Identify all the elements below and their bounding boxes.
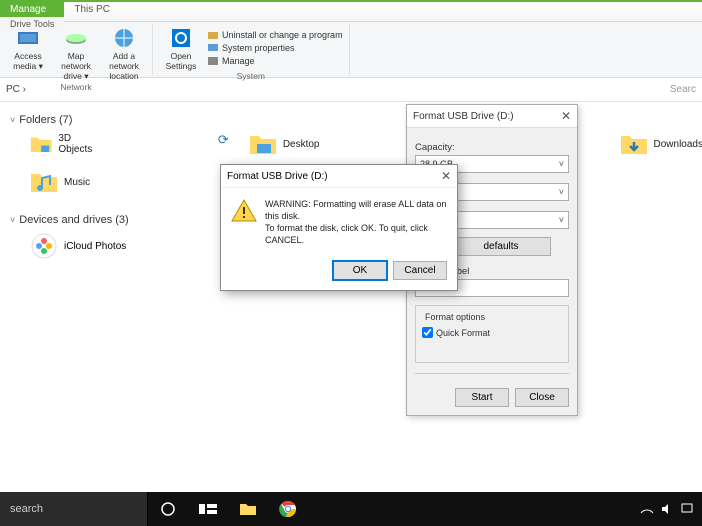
main-content: Folders (7) 3D Objects Music ⟳ bbox=[0, 102, 702, 482]
close-icon[interactable]: ✕ bbox=[441, 169, 451, 183]
folder-music[interactable]: Music bbox=[30, 170, 98, 194]
tray-action-center-icon[interactable] bbox=[680, 502, 694, 516]
button-close[interactable]: Close bbox=[515, 388, 569, 407]
warning-line1: WARNING: Formatting will erase ALL data … bbox=[265, 198, 447, 222]
breadcrumb-path[interactable]: PC › bbox=[6, 84, 26, 95]
button-restore-defaults[interactable]: defaults bbox=[451, 237, 551, 256]
icloud-photos-icon bbox=[30, 232, 58, 260]
tray-network-icon[interactable] bbox=[640, 502, 654, 516]
ribbon-manage[interactable]: Manage bbox=[207, 55, 343, 67]
taskbar-cortana-icon[interactable] bbox=[148, 492, 188, 526]
folder-icon bbox=[620, 132, 648, 156]
system-properties-icon bbox=[207, 42, 219, 54]
checkbox-quick-format[interactable]: Quick Format bbox=[422, 327, 562, 338]
ribbon-access-media[interactable]: Access media ▾ bbox=[6, 24, 50, 82]
button-ok[interactable]: OK bbox=[333, 261, 387, 280]
folder-icon bbox=[30, 170, 58, 194]
folder-downloads[interactable]: Downloads bbox=[620, 132, 702, 156]
tab-this-pc[interactable]: This PC bbox=[64, 2, 120, 21]
dialog-warning-titlebar[interactable]: Format USB Drive (D:) ✕ bbox=[221, 165, 457, 188]
network-location-icon bbox=[112, 26, 136, 50]
warning-icon bbox=[231, 198, 257, 224]
folder-icon bbox=[249, 132, 277, 156]
button-cancel[interactable]: Cancel bbox=[393, 261, 447, 280]
taskbar-file-explorer-icon[interactable] bbox=[228, 492, 268, 526]
manage-icon bbox=[207, 55, 219, 67]
section-folders-header[interactable]: Folders (7) bbox=[10, 114, 692, 126]
taskbar-search[interactable]: search bbox=[0, 492, 148, 526]
tray-volume-icon[interactable] bbox=[660, 502, 674, 516]
folder-3d-objects[interactable]: 3D Objects bbox=[30, 132, 98, 156]
ribbon: Access media ▾ Map network drive ▾ Add a… bbox=[0, 22, 702, 78]
button-start[interactable]: Start bbox=[455, 388, 509, 407]
ribbon-add-network-location[interactable]: Add a network location bbox=[102, 24, 146, 82]
taskbar-chrome-icon[interactable] bbox=[268, 492, 308, 526]
ribbon-map-network-drive[interactable]: Map network drive ▾ bbox=[54, 24, 98, 82]
search-box-placeholder[interactable]: Searc bbox=[670, 84, 696, 95]
ribbon-group-system-label: System bbox=[159, 71, 343, 82]
refresh-icon[interactable]: ⟳ bbox=[218, 132, 229, 148]
settings-icon bbox=[169, 26, 193, 50]
taskbar-taskview-icon[interactable] bbox=[188, 492, 228, 526]
ribbon-group-network-label: Network bbox=[6, 82, 146, 93]
ribbon-uninstall-program[interactable]: Uninstall or change a program bbox=[207, 29, 343, 41]
uninstall-icon bbox=[207, 29, 219, 41]
folder-desktop[interactable]: Desktop bbox=[249, 132, 320, 156]
tab-manage[interactable]: Manage bbox=[0, 2, 64, 17]
close-icon[interactable]: ✕ bbox=[561, 109, 571, 123]
taskbar: search bbox=[0, 492, 702, 526]
system-tray bbox=[640, 502, 702, 516]
map-drive-icon bbox=[64, 26, 88, 50]
ribbon-system-properties[interactable]: System properties bbox=[207, 42, 343, 54]
ribbon-open-settings[interactable]: Open Settings bbox=[159, 24, 203, 71]
label-format-options: Format options bbox=[422, 312, 488, 322]
media-icon bbox=[16, 26, 40, 50]
warning-line2: To format the disk, click OK. To quit, c… bbox=[265, 222, 447, 246]
folder-icon bbox=[30, 132, 52, 156]
dialog-format-warning: Format USB Drive (D:) ✕ WARNING: Formatt… bbox=[220, 164, 458, 291]
ribbon-tabs: Manage Drive Tools This PC bbox=[0, 0, 702, 22]
dialog-format-titlebar[interactable]: Format USB Drive (D:) ✕ bbox=[407, 105, 577, 128]
label-capacity: Capacity: bbox=[415, 142, 569, 153]
